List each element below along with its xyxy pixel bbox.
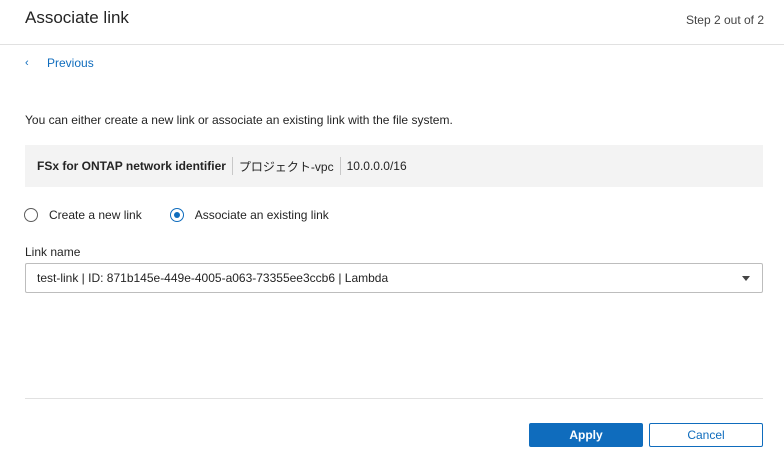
- previous-label: Previous: [47, 56, 94, 70]
- create-new-link-radio[interactable]: Create a new link: [24, 208, 142, 222]
- caret-down-icon: [742, 276, 750, 281]
- network-identifier-box: FSx for ONTAP network identifier プロジェクト-…: [25, 145, 763, 187]
- link-name-dropdown[interactable]: test-link | ID: 871b145e-449e-4005-a063-…: [25, 263, 763, 293]
- associate-existing-link-radio[interactable]: Associate an existing link: [169, 208, 329, 222]
- link-name-selected-value: test-link | ID: 871b145e-449e-4005-a063-…: [37, 271, 389, 285]
- vpc-name: プロジェクト-vpc: [238, 159, 334, 174]
- dialog-title: Associate link: [25, 8, 129, 27]
- apply-button[interactable]: Apply: [529, 423, 643, 447]
- radio-checked-icon: [169, 208, 184, 222]
- vpc-cidr: 10.0.0.0/16: [346, 159, 407, 173]
- cancel-button[interactable]: Cancel: [649, 423, 763, 447]
- dialog-header: Associate link Step 2 out of 2: [0, 0, 784, 45]
- radio-unchecked-icon: [24, 208, 38, 222]
- radio-label: Create a new link: [49, 208, 142, 222]
- radio-label: Associate an existing link: [194, 208, 329, 222]
- previous-link[interactable]: ‹ Previous: [25, 55, 94, 71]
- step-indicator: Step 2 out of 2: [685, 13, 764, 27]
- separator: [231, 157, 233, 175]
- link-name-label: Link name: [25, 245, 81, 259]
- link-mode-radio-group: Create a new link Associate an existing …: [24, 206, 329, 224]
- footer-divider: [25, 398, 763, 399]
- separator: [339, 157, 341, 175]
- description-text: You can either create a new link or asso…: [25, 113, 453, 127]
- identifier-label: FSx for ONTAP network identifier: [37, 159, 226, 173]
- associate-link-dialog: Associate link Step 2 out of 2 ‹ Previou…: [0, 0, 784, 450]
- chevron-left-icon: ‹: [25, 57, 29, 69]
